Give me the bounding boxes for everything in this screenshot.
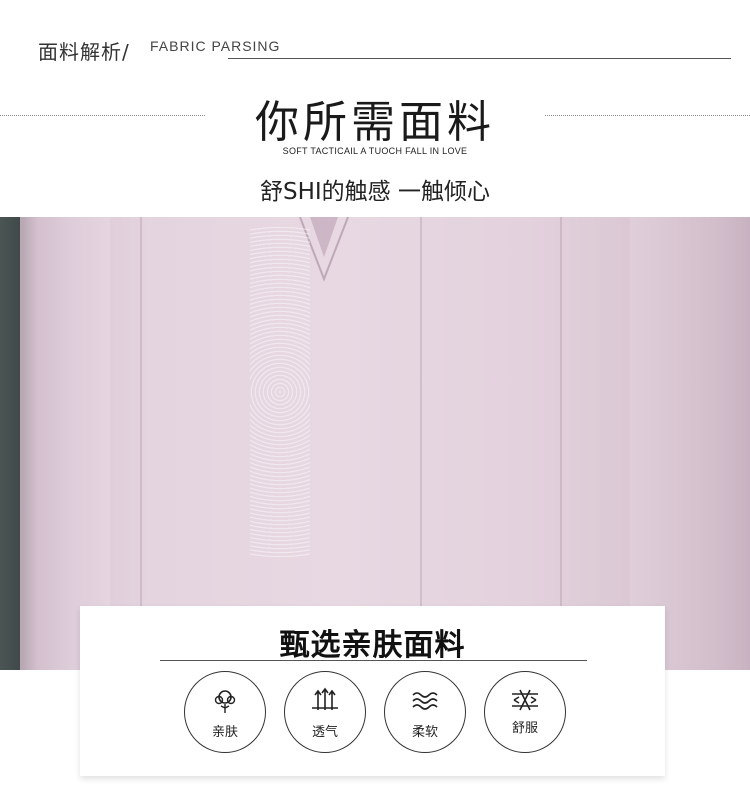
embroidered-placket	[250, 227, 310, 557]
section-header: 面料解析/ FABRIC PARSING	[0, 0, 750, 64]
feature-label: 透气	[311, 725, 338, 740]
fabric-fold	[140, 217, 142, 670]
feature-breathable: 透气	[284, 671, 366, 753]
breathable-arrows-icon	[312, 687, 338, 710]
card-title: 甄选亲肤面料	[279, 628, 466, 663]
cotton-icon	[214, 690, 236, 713]
feature-comfort: 舒服	[484, 671, 566, 753]
feature-label: 亲肤	[211, 725, 238, 740]
right-sleeve	[630, 217, 750, 670]
headline-title: 你所需面料	[255, 97, 495, 148]
section-title-cn: 面料解析/	[38, 40, 130, 64]
fabric-fold	[420, 217, 422, 670]
card-divider	[160, 660, 587, 661]
feature-skin-friendly: 亲肤	[184, 671, 266, 753]
section-title-en: FABRIC PARSING	[150, 38, 281, 54]
soft-waves-icon	[412, 692, 438, 710]
feature-label: 舒服	[511, 721, 538, 736]
fabric-fold	[560, 217, 562, 670]
headline-subtitle-cn: 舒SHI的触感 一触倾心	[260, 179, 490, 205]
header-divider	[228, 58, 731, 59]
feature-label: 柔软	[411, 725, 438, 740]
feature-soft: 柔软	[384, 671, 466, 753]
feature-card: 甄选亲肤面料 亲肤 透气 柔软 舒服	[80, 606, 665, 776]
comfort-arrows-icon	[512, 689, 538, 711]
fabric-photo	[0, 217, 750, 670]
headline-subtitle-en: SOFT TACTICAIL A TUOCH FALL IN LOVE	[282, 146, 468, 156]
left-sleeve	[20, 217, 110, 670]
